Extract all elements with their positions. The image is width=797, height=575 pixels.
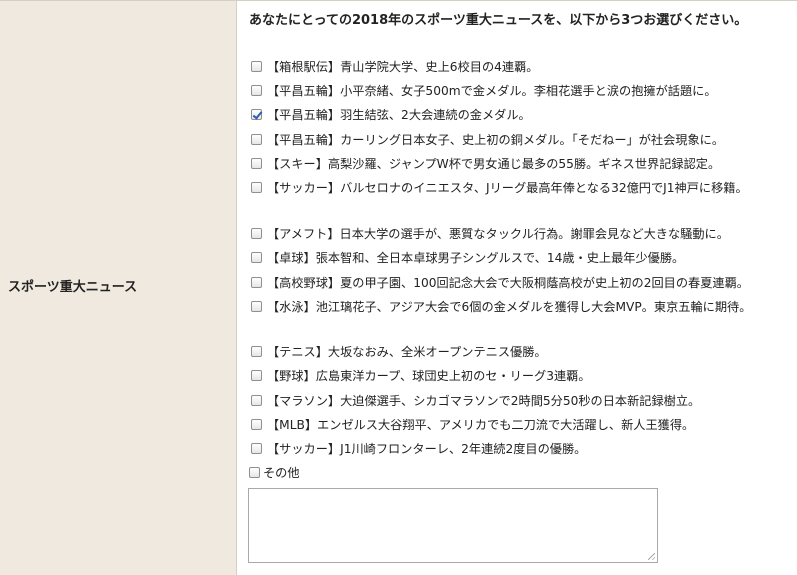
row-content-cell: あなたにとっての2018年のスポーツ重大ニュースを、以下から3つお選びください。… (237, 1, 797, 575)
option-checkbox[interactable] (251, 61, 262, 72)
option-checkbox[interactable] (251, 395, 262, 406)
option-checkbox[interactable] (251, 228, 262, 239)
option-item[interactable]: 【スキー】高梨沙羅、ジャンプW杯で男女通じ最多の55勝。ギネス世界記録認定。 (249, 153, 779, 176)
option-item[interactable]: 【マラソン】大迫傑選手、シカゴマラソンで2時間5分50秒の日本新記録樹立。 (249, 390, 779, 413)
option-item[interactable]: 【野球】広島東洋カープ、球団史上初のセ・リーグ3連覇。 (249, 365, 779, 388)
row-label-cell: スポーツ重大ニュース (0, 1, 237, 575)
option-checkbox[interactable] (251, 443, 262, 454)
option-label: 【卓球】張本智和、全日本卓球男子シングルスで、14歳・史上最年少優勝。 (267, 251, 685, 265)
other-option[interactable]: その他 (247, 462, 777, 485)
survey-row: スポーツ重大ニュース あなたにとっての2018年のスポーツ重大ニュースを、以下か… (0, 0, 797, 575)
option-label: 【MLB】エンゼルス大谷翔平、アメリカでも二刀流で大活躍し、新人王獲得。 (267, 418, 695, 432)
option-checkbox[interactable] (251, 109, 262, 120)
option-label: 【箱根駅伝】青山学院大学、史上6校目の4連覇。 (267, 60, 539, 74)
option-checkbox[interactable] (251, 419, 262, 430)
option-checkbox[interactable] (251, 277, 262, 288)
option-item[interactable]: 【アメフト】日本大学の選手が、悪質なタックル行為。謝罪会見など大きな騒動に。 (249, 223, 779, 246)
option-label: 【野球】広島東洋カープ、球団史上初のセ・リーグ3連覇。 (267, 369, 591, 383)
option-item[interactable]: 【平昌五輪】羽生結弦、2大会連続の金メダル。 (249, 104, 779, 127)
option-label: 【平昌五輪】羽生結弦、2大会連続の金メダル。 (267, 108, 531, 122)
option-item[interactable]: 【サッカー】J1川崎フロンターレ、2年連続2度目の優勝。 (249, 438, 779, 461)
other-checkbox[interactable] (249, 467, 260, 478)
option-item[interactable]: 【水泳】池江璃花子、アジア大会で6個の金メダルを獲得し大会MVP。東京五輪に期待… (249, 296, 779, 319)
option-item[interactable]: 【卓球】張本智和、全日本卓球男子シングルスで、14歳・史上最年少優勝。 (249, 247, 779, 270)
option-checkbox[interactable] (251, 301, 262, 312)
option-item[interactable]: 【高校野球】夏の甲子園、100回記念大会で大阪桐蔭高校が史上初の2回目の春夏連覇… (249, 272, 779, 295)
option-checkbox[interactable] (251, 158, 262, 169)
option-checkbox[interactable] (251, 346, 262, 357)
option-label: 【平昌五輪】カーリング日本女子、史上初の銅メダル。「そだねー」が社会現象に。 (267, 133, 725, 147)
option-label: 【高校野球】夏の甲子園、100回記念大会で大阪桐蔭高校が史上初の2回目の春夏連覇… (267, 276, 749, 290)
option-label: 【水泳】池江璃花子、アジア大会で6個の金メダルを獲得し大会MVP。東京五輪に期待… (267, 300, 752, 314)
question-text: あなたにとっての2018年のスポーツ重大ニュースを、以下から3つお選びください。 (249, 13, 748, 28)
option-checkbox[interactable] (251, 370, 262, 381)
option-checkbox[interactable] (251, 85, 262, 96)
option-item[interactable]: 【サッカー】バルセロナのイニエスタ、Jリーグ最高年俸となる32億円でJ1神戸に移… (249, 177, 779, 200)
option-label: 【マラソン】大迫傑選手、シカゴマラソンで2時間5分50秒の日本新記録樹立。 (267, 394, 701, 408)
option-checkbox[interactable] (251, 252, 262, 263)
option-label: 【サッカー】バルセロナのイニエスタ、Jリーグ最高年俸となる32億円でJ1神戸に移… (267, 181, 748, 195)
option-label: 【テニス】大坂なおみ、全米オープンテニス優勝。 (267, 345, 547, 359)
option-item[interactable]: 【MLB】エンゼルス大谷翔平、アメリカでも二刀流で大活躍し、新人王獲得。 (249, 414, 779, 437)
row-label: スポーツ重大ニュース (8, 280, 138, 295)
option-item[interactable]: 【箱根駅伝】青山学院大学、史上6校目の4連覇。 (249, 56, 779, 79)
resize-grip-icon[interactable] (648, 553, 655, 560)
option-checkbox[interactable] (251, 182, 262, 193)
other-label: その他 (263, 466, 300, 480)
option-label: 【サッカー】J1川崎フロンターレ、2年連続2度目の優勝。 (267, 442, 587, 456)
option-checkbox[interactable] (251, 134, 262, 145)
option-label: 【アメフト】日本大学の選手が、悪質なタックル行為。謝罪会見など大きな騒動に。 (267, 227, 729, 241)
option-label: 【スキー】高梨沙羅、ジャンプW杯で男女通じ最多の55勝。ギネス世界記録認定。 (267, 157, 721, 171)
option-item[interactable]: 【平昌五輪】小平奈緒、女子500mで金メダル。李相花選手と涙の抱擁が話題に。 (249, 80, 779, 103)
option-item[interactable]: 【平昌五輪】カーリング日本女子、史上初の銅メダル。「そだねー」が社会現象に。 (249, 129, 779, 152)
other-textarea[interactable] (248, 488, 658, 563)
option-item[interactable]: 【テニス】大坂なおみ、全米オープンテニス優勝。 (249, 341, 779, 364)
option-label: 【平昌五輪】小平奈緒、女子500mで金メダル。李相花選手と涙の抱擁が話題に。 (267, 84, 717, 98)
